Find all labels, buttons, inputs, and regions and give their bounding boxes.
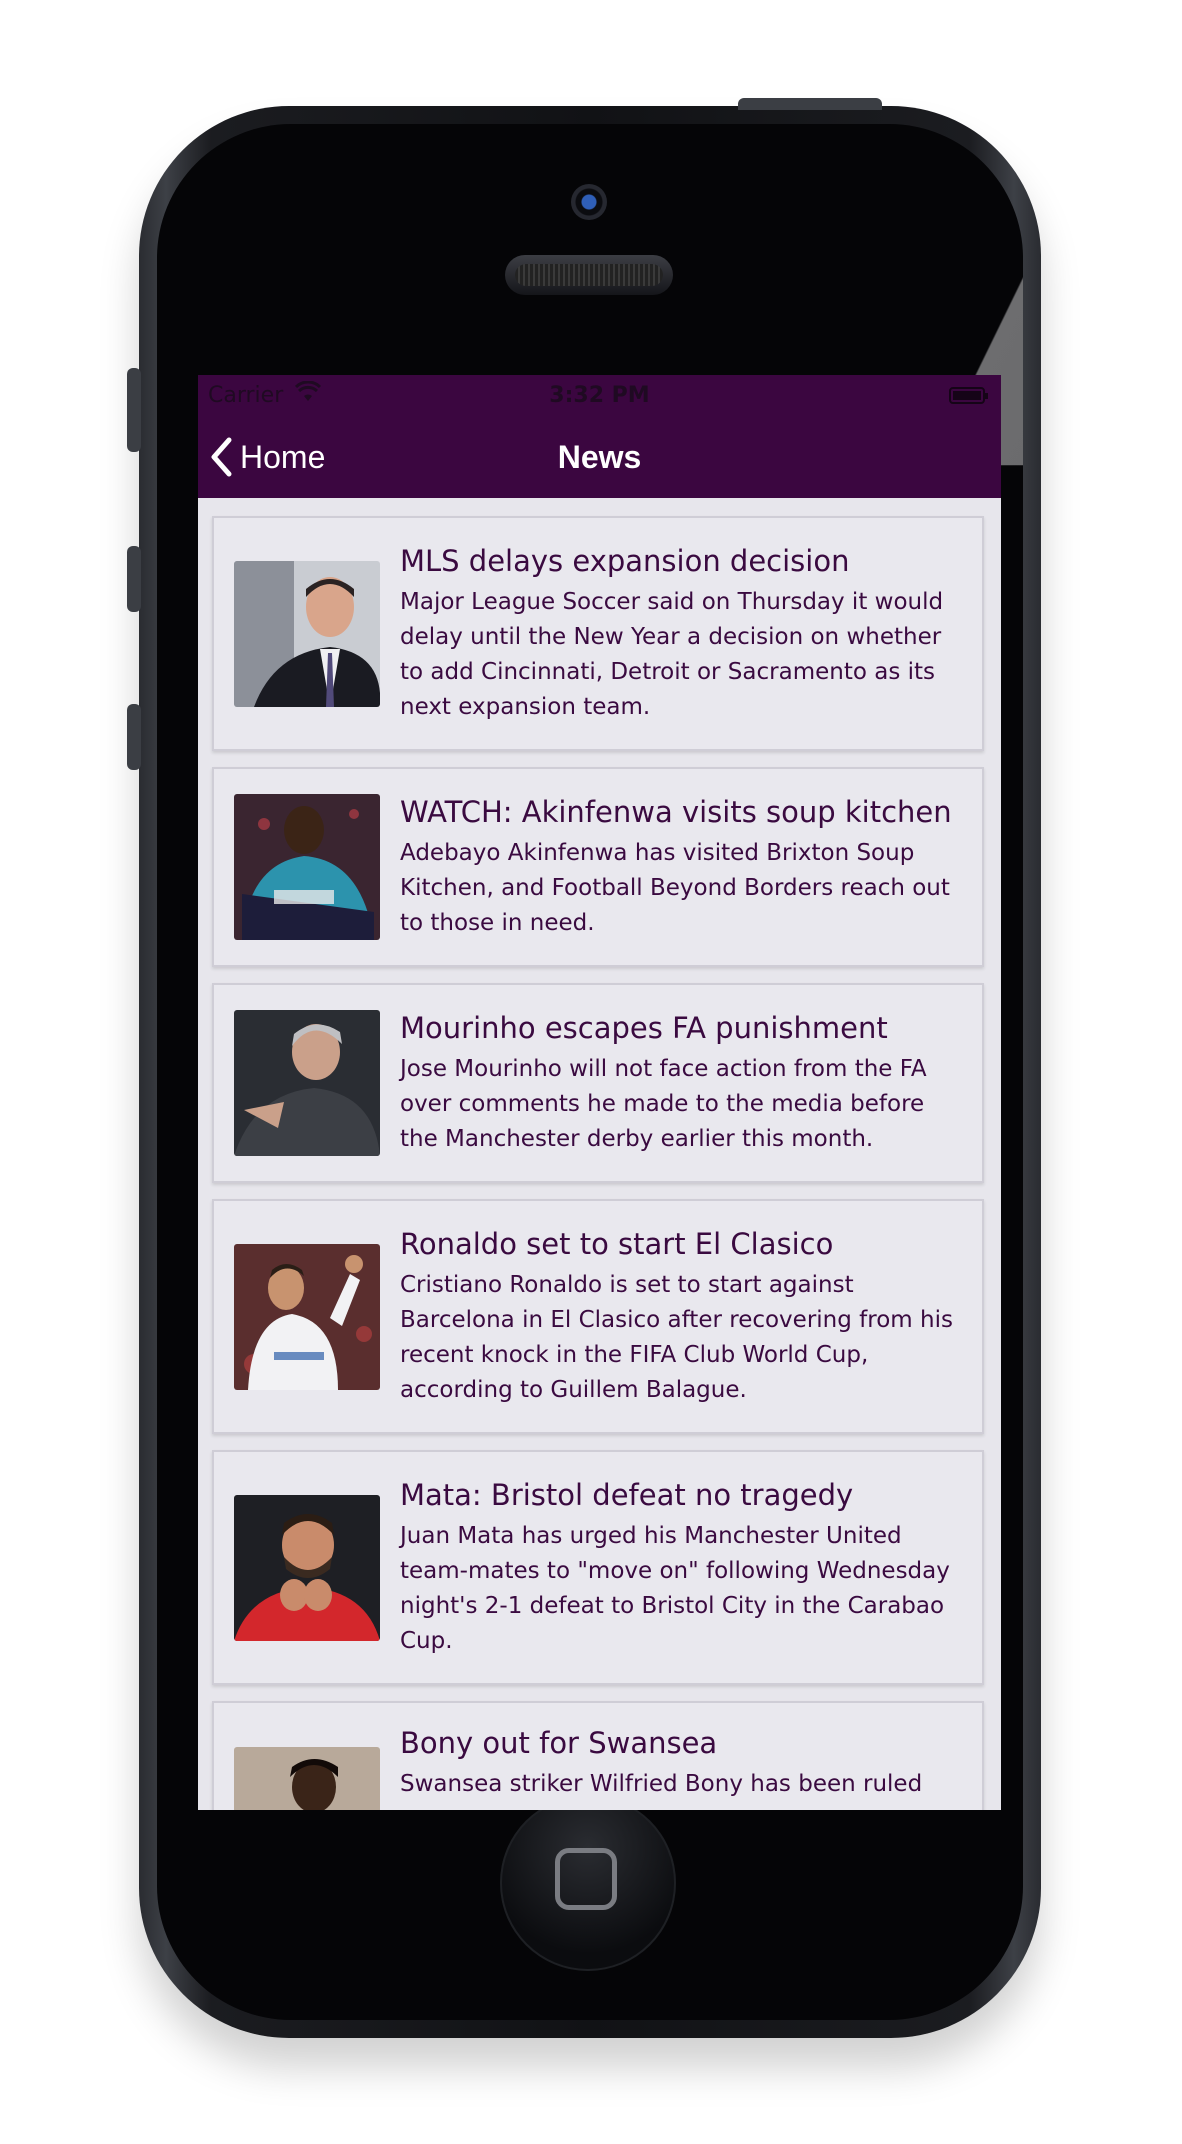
article-summary: Major League Soccer said on Thursday it … — [400, 588, 944, 720]
status-time: 3:32 PM — [549, 383, 650, 408]
news-card[interactable]: Bony out for Swansea Swansea striker Wil… — [212, 1701, 984, 1810]
volume-down-button — [127, 704, 141, 770]
news-card[interactable]: Mourinho escapes FA punishment Jose Mour… — [212, 983, 984, 1183]
article-headline: WATCH: Akinfenwa visits soup kitchen — [400, 794, 952, 829]
article-thumbnail — [234, 1243, 380, 1390]
navigation-bar: Home News — [198, 419, 1001, 498]
article-summary: Swansea striker Wilfried Bony has been r… — [400, 1771, 923, 1797]
article-summary: Jose Mourinho will not face action from … — [400, 1055, 927, 1152]
article-thumbnail — [234, 794, 380, 940]
article-headline: Mourinho escapes FA punishment — [400, 1010, 888, 1045]
volume-up-button — [127, 546, 141, 612]
news-card[interactable]: Ronaldo set to start El Clasico Cristian… — [212, 1199, 984, 1434]
mute-switch — [127, 368, 141, 452]
article-summary: Adebayo Akinfenwa has visited Brixton So… — [400, 839, 950, 936]
home-button[interactable] — [500, 1795, 676, 1971]
article-headline: Mata: Bristol defeat no tragedy — [400, 1477, 854, 1512]
news-card[interactable]: WATCH: Akinfenwa visits soup kitchen Ade… — [212, 767, 984, 967]
page-title: News — [557, 439, 642, 475]
news-card[interactable]: Mata: Bristol defeat no tragedy Juan Mat… — [212, 1450, 984, 1685]
article-headline: Ronaldo set to start El Clasico — [400, 1226, 834, 1261]
news-card[interactable]: MLS delays expansion decision Major Leag… — [212, 516, 984, 751]
earpiece-speaker — [505, 255, 673, 295]
article-thumbnail — [234, 1494, 380, 1641]
status-bar: Carrier 3:32 PM — [198, 375, 1001, 419]
app-screen: Carrier 3:32 PM Home News MLS delays exp… — [198, 375, 1001, 1810]
news-feed[interactable]: MLS delays expansion decision Major Leag… — [198, 498, 1001, 1810]
power-button — [738, 98, 882, 110]
article-summary: Juan Mata has urged his Manchester Unite… — [400, 1522, 950, 1654]
article-thumbnail — [234, 1010, 380, 1156]
article-headline: Bony out for Swansea — [400, 1726, 718, 1760]
front-camera — [571, 184, 607, 220]
article-headline: MLS delays expansion decision — [400, 543, 850, 578]
article-thumbnail — [234, 560, 380, 707]
article-summary: Cristiano Ronaldo is set to start agains… — [400, 1271, 953, 1403]
battery-icon — [949, 387, 988, 404]
article-thumbnail — [234, 1747, 380, 1810]
